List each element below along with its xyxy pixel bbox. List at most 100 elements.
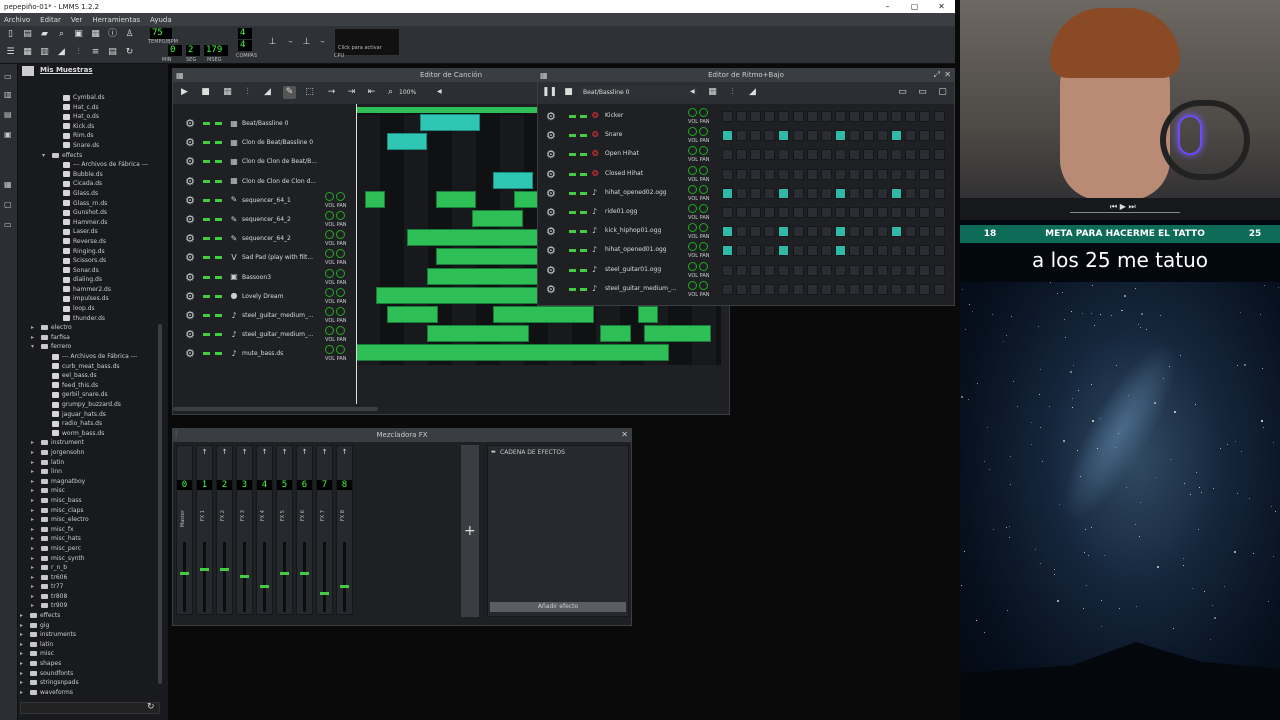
step-button[interactable]	[891, 111, 903, 122]
pattern-block[interactable]	[386, 133, 427, 151]
instrument-plugins-tab-icon[interactable]: ▭	[4, 220, 12, 229]
pattern-block[interactable]	[419, 114, 480, 131]
mixer-channel[interactable]: ↑ 3 FX 3	[236, 445, 253, 615]
expand-icon[interactable]: ▸	[31, 544, 34, 554]
browser-item[interactable]: Hat_o.ds	[18, 112, 163, 122]
step-button[interactable]	[848, 149, 860, 161]
track-name[interactable]: sequencer_64_2	[242, 235, 328, 242]
step-button[interactable]	[891, 245, 903, 257]
pattern-block[interactable]	[514, 190, 538, 208]
step-button[interactable]	[792, 264, 804, 276]
mixer-channel[interactable]: 0 Master	[176, 445, 193, 615]
step-button[interactable]	[820, 149, 832, 161]
browser-item[interactable]: ▸ jorgensohn	[18, 448, 163, 458]
browser-item[interactable]: ▸ waveforms	[18, 688, 163, 698]
bb-add-track-icon[interactable]: ▦	[706, 86, 719, 99]
add-automation-track-icon[interactable]: ◢	[261, 86, 274, 99]
step-button[interactable]	[848, 264, 860, 276]
step-button[interactable]	[764, 226, 776, 238]
track-vol-pan-knobs[interactable]: VOL PAN	[325, 326, 353, 343]
browser-item[interactable]: curb_meat_bass.ds	[18, 362, 163, 372]
send-arrow-icon[interactable]: ↑	[217, 448, 232, 456]
collapse-icon[interactable]: ▾	[42, 151, 45, 161]
channel-fader-track[interactable]	[323, 542, 326, 612]
browser-item[interactable]: ▸ shapes	[18, 659, 163, 669]
step-button[interactable]	[778, 149, 790, 161]
volume-knob-icon[interactable]	[325, 211, 334, 220]
expand-icon[interactable]: ▸	[20, 630, 23, 640]
expand-icon[interactable]: ▸	[31, 458, 34, 468]
menu-ayuda[interactable]: Ayuda	[150, 16, 172, 24]
song-horizontal-scrollbar[interactable]	[173, 407, 378, 411]
pan-knob-icon[interactable]	[698, 261, 708, 271]
step-button[interactable]	[891, 130, 903, 142]
track-mute-button[interactable]	[203, 141, 210, 145]
track-settings-gear-icon[interactable]: ⚙	[183, 290, 197, 303]
collapse-icon[interactable]: ▾	[31, 342, 34, 352]
pattern-block[interactable]	[406, 229, 538, 247]
master-pitch-knob-icon[interactable]: –	[316, 36, 329, 49]
step-button[interactable]	[792, 149, 804, 161]
pan-knob-icon[interactable]	[698, 184, 708, 194]
zoom-select[interactable]: 100%	[399, 89, 416, 96]
bb-track-name[interactable]: Kicker	[605, 112, 687, 119]
step-button[interactable]	[820, 187, 832, 199]
playhead[interactable]	[356, 104, 357, 404]
pattern-block[interactable]	[643, 325, 711, 343]
browser-item[interactable]: ▸ effects	[18, 611, 163, 621]
step-button[interactable]	[764, 149, 776, 161]
channel-fader-track[interactable]	[343, 542, 346, 612]
my-presets-tab-icon[interactable]: ▤	[4, 110, 12, 119]
pan-knob-icon[interactable]	[698, 242, 708, 252]
step-button[interactable]	[863, 130, 874, 142]
volume-knob-icon[interactable]	[688, 184, 697, 194]
auto-scroll-icon[interactable]: →	[325, 86, 338, 99]
track-solo-button[interactable]	[215, 179, 222, 183]
step-button[interactable]	[778, 168, 790, 180]
track-vol-pan-knobs[interactable]: VOL PAN	[688, 146, 710, 163]
step-button[interactable]	[863, 111, 874, 122]
step-button[interactable]	[778, 207, 790, 218]
browser-item[interactable]: ▸ misc	[18, 649, 163, 659]
step-button[interactable]	[905, 283, 917, 295]
expand-icon[interactable]: ▸	[31, 323, 34, 333]
master-volume-slider-icon[interactable]: ⊥	[266, 36, 279, 49]
browser-item[interactable]: Laser.ds	[18, 227, 163, 237]
volume-knob-icon[interactable]	[325, 191, 334, 201]
step-button[interactable]	[736, 187, 748, 199]
bb-add-automation-icon[interactable]: ◢	[746, 86, 759, 99]
volume-knob-icon[interactable]	[688, 165, 697, 175]
track-mute-button[interactable]	[203, 237, 210, 241]
step-button[interactable]	[919, 130, 931, 142]
track-solo-button[interactable]	[215, 122, 222, 125]
step-button[interactable]	[722, 264, 733, 276]
track-settings-gear-icon[interactable]: ⚙	[183, 136, 197, 149]
browser-item[interactable]: ▸ latin	[18, 458, 163, 468]
send-arrow-icon[interactable]: ↑	[257, 448, 272, 456]
track-settings-gear-icon[interactable]: ⚙	[183, 213, 197, 226]
expand-icon[interactable]: ▸	[31, 525, 34, 535]
expand-icon[interactable]: ▸	[31, 554, 34, 564]
pattern-block[interactable]	[492, 306, 595, 323]
step-button[interactable]	[722, 207, 733, 218]
step-button[interactable]	[877, 111, 889, 122]
send-arrow-icon[interactable]: ↑	[297, 448, 312, 456]
effects-chain-toggle[interactable]: ▬	[491, 449, 496, 455]
expand-icon[interactable]: ▸	[31, 496, 34, 506]
step-button[interactable]	[792, 226, 804, 238]
track-solo-button[interactable]	[215, 352, 222, 356]
step-button[interactable]	[736, 207, 748, 218]
browser-item[interactable]: eel_bass.ds	[18, 371, 163, 381]
browser-item[interactable]: ▸ misc_synth	[18, 554, 163, 564]
track-mute-button[interactable]	[203, 275, 210, 279]
step-button[interactable]	[834, 283, 846, 295]
stop-behaviour-icon[interactable]: ⇤	[365, 86, 378, 99]
mixer-channel[interactable]: ↑ 4 FX 4	[256, 445, 273, 615]
channel-fader-knob[interactable]	[220, 568, 229, 572]
track-solo-button[interactable]	[580, 134, 587, 138]
my-samples-tab-icon[interactable]: ▥	[4, 90, 12, 99]
track-settings-gear-icon[interactable]: ⚙	[546, 148, 556, 161]
expand-icon[interactable]: ▸	[31, 448, 34, 458]
expand-icon[interactable]: ▸	[20, 649, 23, 659]
step-button[interactable]	[933, 168, 945, 180]
